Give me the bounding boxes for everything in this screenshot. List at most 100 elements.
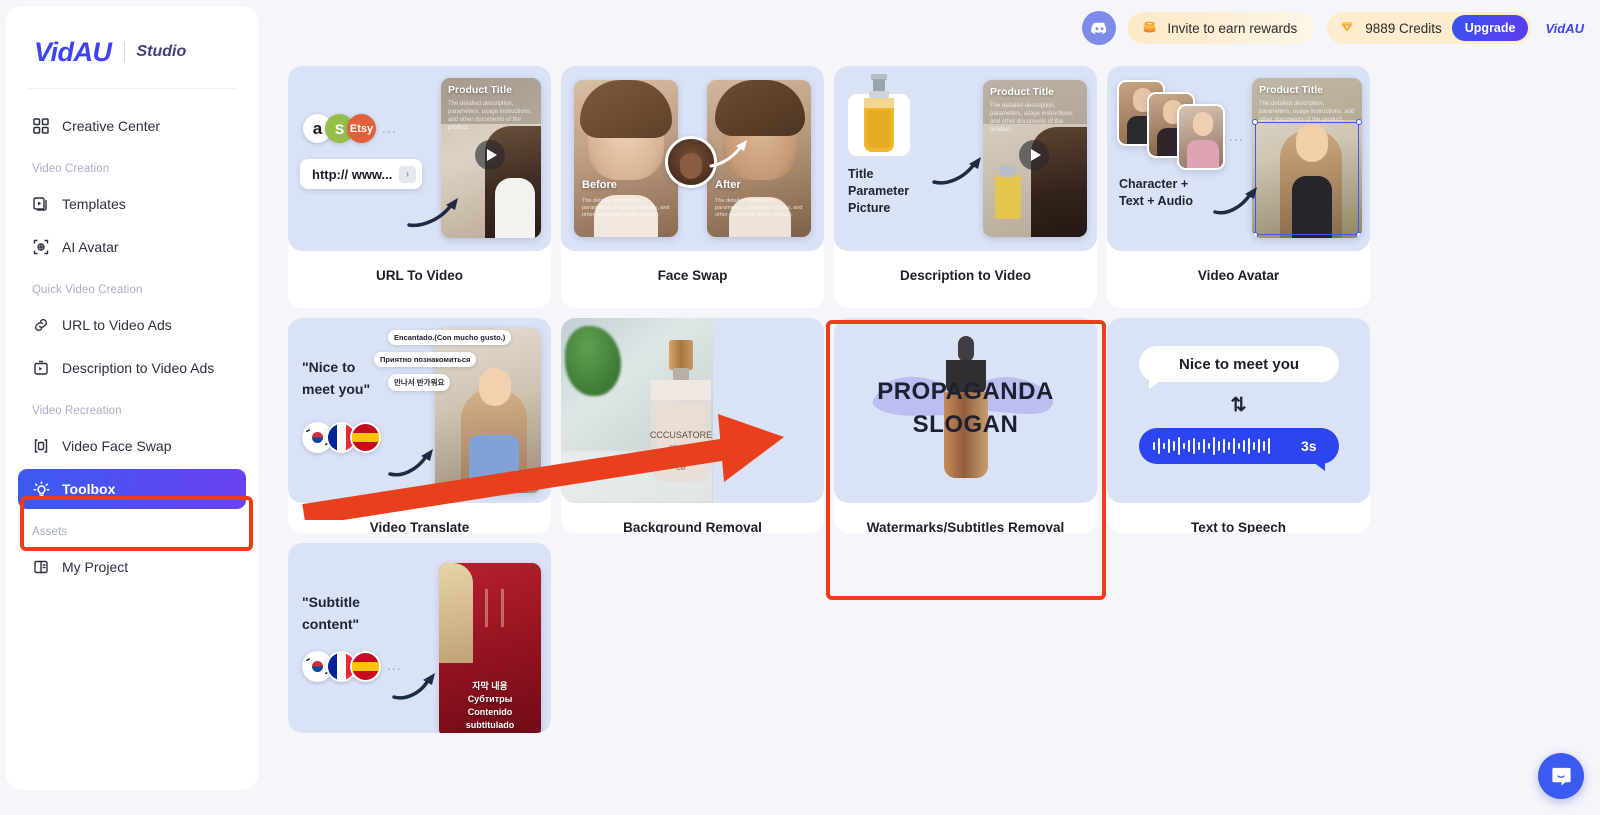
brand[interactable]: VidAU Studio [6, 6, 258, 68]
sidebar-item-templates[interactable]: Templates [18, 184, 246, 224]
preview-desc: The detailed description, parameters, us… [1259, 101, 1355, 123]
subtitle-lines: 자막 내용 Субтитры Contenido subtitulado [465, 681, 515, 730]
sidebar-item-label: Toolbox [62, 481, 116, 497]
more-dots: ... [1229, 128, 1244, 144]
card-subtitle-translate[interactable]: "Subtitle content" ... 자막 내용 Субтитры Co… [288, 543, 551, 733]
card-background-removal[interactable]: CCCUSATORE CERBTK Cer Background Removal [561, 318, 824, 533]
preview-title: Product Title [448, 84, 512, 96]
card-video-avatar[interactable]: ... Character + Text + Audio Product Tit… [1107, 66, 1370, 308]
card-thumbnail: CCCUSATORE CERBTK Cer [561, 318, 824, 503]
gem-icon [1339, 19, 1355, 38]
etsy-badge: Etsy [347, 114, 376, 143]
coins-icon [1141, 18, 1158, 38]
svg-text:CERBTK: CERBTK [669, 446, 693, 452]
sidebar-item-label: Creative Center [62, 118, 161, 134]
card-thumbnail: "Subtitle content" ... 자막 내용 Субтитры Co… [288, 543, 551, 733]
templates-icon [32, 195, 50, 213]
sidebar: VidAU Studio Creative Center Video Creat… [6, 6, 258, 790]
url-input-preview: http:// www... › [300, 159, 422, 189]
preview-desc: The detailed description, parameters, us… [990, 103, 1074, 133]
invite-to-earn-rewards-button[interactable]: Invite to earn rewards [1128, 12, 1316, 44]
perfume-bottle-icon [864, 74, 894, 152]
sidebar-item-label: URL to Video Ads [62, 317, 172, 333]
card-label: Video Avatar [1197, 268, 1280, 283]
sidebar-nav: Creative Center Video Creation Templates [6, 89, 258, 587]
sidebar-item-label: My Project [62, 559, 129, 575]
source-text: "Nice to meet you" [302, 359, 371, 397]
card-face-swap[interactable]: Before The detailed description, paramet… [561, 66, 824, 308]
brand-divider [123, 42, 125, 62]
card-label: Background Removal [623, 520, 762, 533]
sidebar-item-my-project[interactable]: My Project [18, 547, 246, 587]
more-dots: ... [382, 120, 397, 136]
svg-text:Cer: Cer [676, 466, 686, 472]
sidebar-item-url-to-video-ads[interactable]: URL to Video Ads [18, 305, 246, 345]
play-icon[interactable] [1019, 140, 1049, 170]
upgrade-button[interactable]: Upgrade [1451, 15, 1529, 41]
before-image: Before The detailed description, paramet… [574, 80, 678, 237]
sidebar-item-video-face-swap[interactable]: Video Face Swap [18, 426, 246, 466]
tool-card-grid: Product Title The detailed description, … [288, 66, 1588, 733]
top-header: Invite to earn rewards 9889 Credits Upgr… [1082, 11, 1584, 45]
card-label: Text to Speech [1190, 520, 1287, 533]
curved-arrow-icon [932, 157, 981, 185]
input-lines: Character + Text + Audio [1119, 177, 1193, 208]
card-url-to-video[interactable]: Product Title The detailed description, … [288, 66, 551, 308]
curved-arrow-icon [388, 449, 433, 477]
grid-icon [32, 117, 50, 135]
face-swap-icon [32, 437, 50, 455]
translation-1: Encantado.(Con mucho gusto.) [388, 330, 512, 345]
sidebar-group-video-creation: Video Creation [32, 163, 110, 175]
play-icon[interactable] [475, 140, 505, 170]
audio-duration: 3s [1301, 438, 1317, 454]
sidebar-item-label: Templates [62, 196, 126, 212]
app-root: VidAU Studio Creative Center Video Creat… [0, 0, 1600, 815]
discord-icon[interactable] [1082, 11, 1117, 45]
card-description-to-video[interactable]: Title Parameter Picture Product Title Th… [834, 66, 1097, 308]
sidebar-group-assets: Assets [32, 526, 68, 538]
after-desc: The detailed description, parameters, us… [715, 198, 803, 218]
after-label: After [715, 179, 741, 191]
curved-arrow-icon [392, 673, 435, 700]
character-thumb-3 [1177, 104, 1225, 170]
card-thumbnail: PROPAGANDA SLOGAN [834, 318, 1097, 503]
credits-display: 9889 Credits Upgrade [1327, 12, 1532, 44]
text-bubble: Nice to meet you [1139, 346, 1339, 389]
avatar-icon [32, 238, 50, 256]
sidebar-group-video-recreation: Video Recreation [32, 405, 122, 417]
watermark-line-1: PROPAGANDA [877, 378, 1054, 405]
card-label: URL To Video [375, 268, 463, 283]
chevron-right-icon: › [399, 165, 416, 183]
waveform-icon [1153, 437, 1270, 455]
credits-label: 9889 Credits [1365, 20, 1442, 36]
sidebar-item-label: AI Avatar [62, 239, 119, 255]
card-thumbnail: Title Parameter Picture Product Title Th… [834, 66, 1097, 251]
sidebar-item-description-to-video-ads[interactable]: Description to Video Ads [18, 348, 246, 388]
chat-bubble-icon[interactable] [1538, 753, 1584, 799]
card-label: Video Translate [369, 520, 470, 533]
curved-arrow-icon [1213, 187, 1257, 215]
sidebar-item-label: Video Face Swap [62, 438, 172, 454]
card-thumbnail: Nice to meet you ⇅ 3s [1107, 318, 1370, 503]
card-label: Watermarks/Subtitles Removal [866, 520, 1065, 533]
sidebar-item-ai-avatar[interactable]: AI Avatar [18, 227, 246, 267]
project-icon [32, 558, 50, 576]
preview-title: Product Title [1259, 84, 1323, 96]
card-watermarks-subtitles-removal[interactable]: PROPAGANDA SLOGAN Watermarks/Subtitles R… [834, 318, 1097, 533]
description-video-icon [32, 359, 50, 377]
watermark-line-2: SLOGAN [912, 411, 1019, 438]
card-text-to-speech[interactable]: Nice to meet you ⇅ 3s Text to Speech [1107, 318, 1370, 533]
card-label: Face Swap [657, 268, 728, 283]
sidebar-item-creative-center[interactable]: Creative Center [18, 106, 246, 146]
vidau-account-badge[interactable]: VidAU [1543, 21, 1584, 36]
card-video-translate[interactable]: "Nice to meet you" Encantado.(Con mucho … [288, 318, 551, 533]
sidebar-item-toolbox[interactable]: Toolbox [18, 469, 246, 509]
before-desc: The detailed description, parameters, us… [582, 198, 670, 218]
card-thumbnail: Product Title The detailed description, … [288, 66, 551, 251]
brand-subtitle: Studio [136, 43, 187, 60]
source-text: "Subtitle content" [302, 594, 360, 632]
swap-arrow-icon [709, 140, 747, 168]
preview-phone: Product Title The detailed description, … [983, 80, 1087, 237]
sidebar-item-label: Description to Video Ads [62, 360, 215, 376]
translation-3: 만나서 반가워요 [388, 374, 451, 391]
